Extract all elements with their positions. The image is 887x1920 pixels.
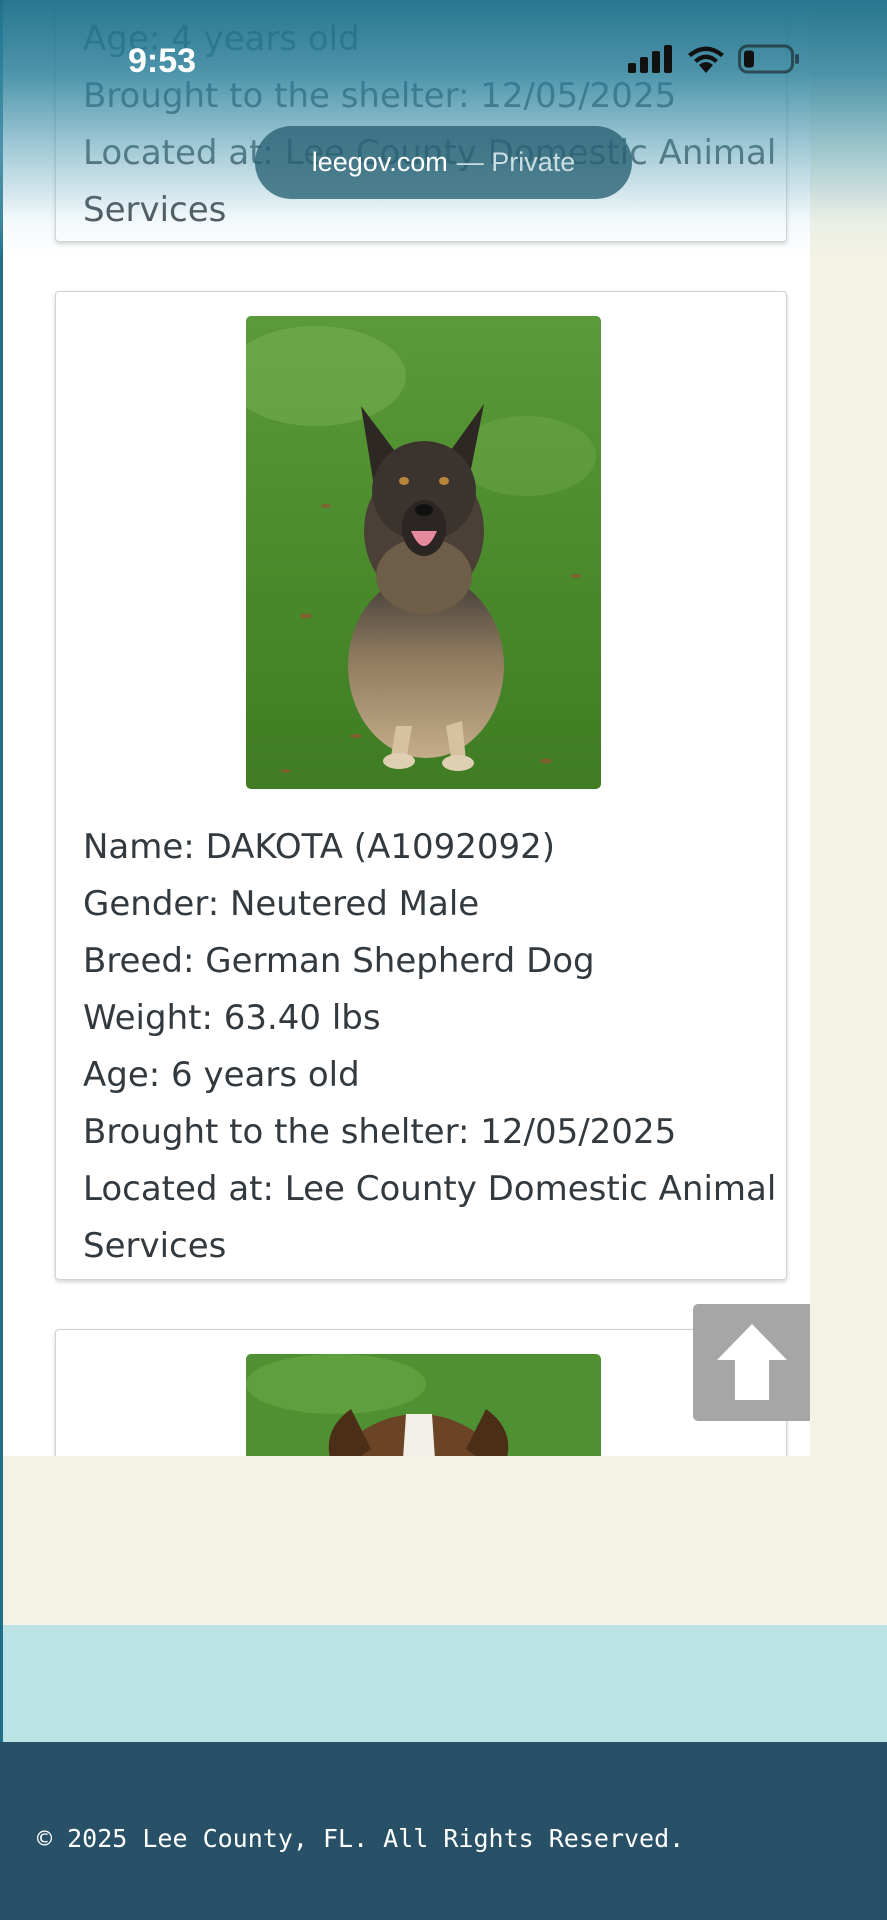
pet-card: Name: DAKOTA (A1092092) Gender: Neutered… bbox=[55, 291, 787, 1280]
brindle-dog-photo[interactable] bbox=[246, 1354, 601, 1456]
pet-intake-date: Brought to the shelter: 12/05/2025 bbox=[83, 1112, 677, 1152]
pet-card: Age: 4 years old Brought to the shelter:… bbox=[55, 0, 787, 242]
cellular-signal-icon bbox=[628, 45, 674, 77]
address-domain: leegov.com bbox=[311, 147, 448, 177]
status-icons bbox=[628, 44, 800, 78]
pet-location-cont: Services bbox=[83, 1226, 227, 1266]
right-gutter bbox=[810, 0, 887, 1625]
footer-accent-band bbox=[3, 1625, 887, 1742]
pet-name: Name: DAKOTA (A1092092) bbox=[83, 827, 556, 867]
pet-card bbox=[55, 1329, 787, 1456]
scroll-to-top-button[interactable] bbox=[693, 1304, 810, 1421]
pet-weight: Weight: 63.40 lbs bbox=[83, 998, 381, 1038]
battery-icon bbox=[738, 44, 800, 78]
page-left-edge bbox=[0, 0, 3, 1742]
pet-listing-scroll-area[interactable]: Age: 4 years old Brought to the shelter:… bbox=[3, 0, 810, 1456]
wifi-icon bbox=[688, 45, 724, 77]
private-mode-label: — Private bbox=[456, 147, 576, 177]
pet-breed: Breed: German Shepherd Dog bbox=[83, 941, 595, 981]
address-bar[interactable]: leegov.com — Private bbox=[255, 126, 632, 199]
pet-age: Age: 6 years old bbox=[83, 1055, 360, 1095]
arrow-up-icon bbox=[711, 1320, 793, 1406]
german-shepherd-photo[interactable] bbox=[246, 316, 601, 789]
pet-info: Name: DAKOTA (A1092092) Gender: Neutered… bbox=[83, 819, 777, 1275]
status-time: 9:53 bbox=[128, 42, 197, 80]
pet-gender: Gender: Neutered Male bbox=[83, 884, 480, 924]
footer-copyright: © 2025 Lee County, FL. All Rights Reserv… bbox=[37, 1824, 685, 1853]
pet-location: Located at: Lee County Domestic Animal bbox=[83, 1169, 777, 1209]
